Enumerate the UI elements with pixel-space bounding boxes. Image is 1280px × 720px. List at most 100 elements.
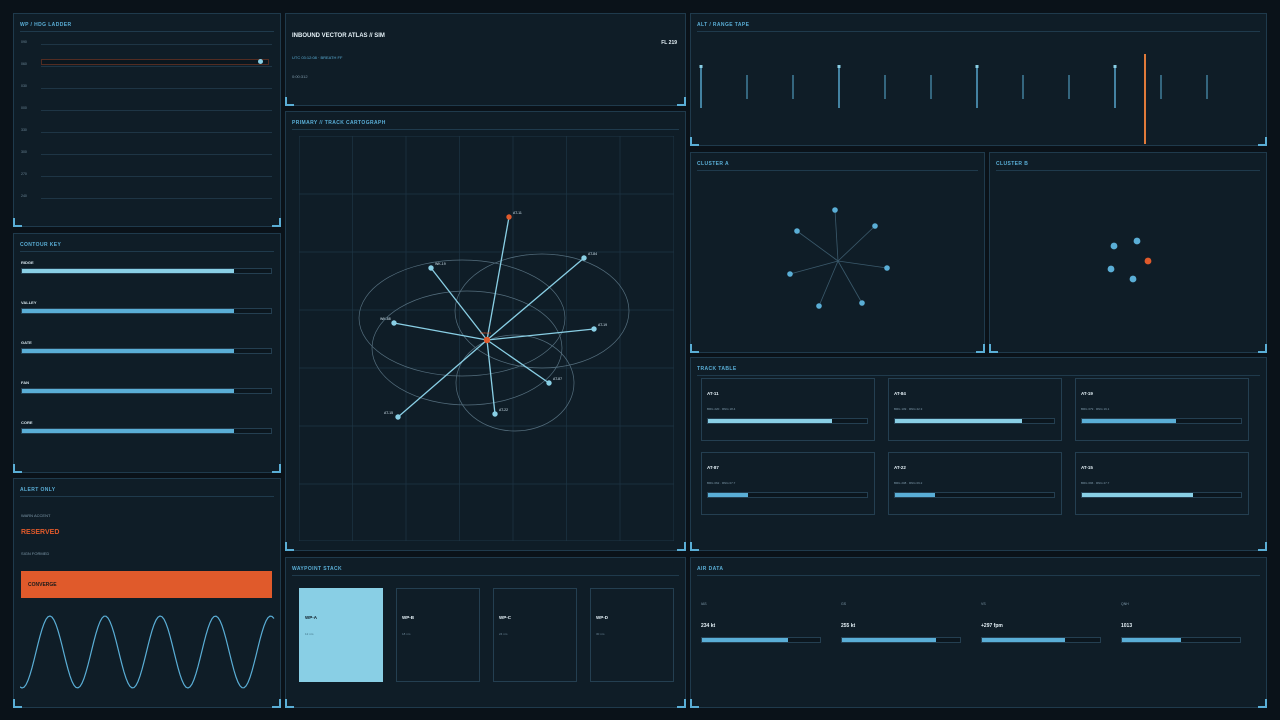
track-card-meta: BRG 220 · RNG 18.4 xyxy=(707,407,736,411)
track-label: AT-87 xyxy=(553,377,562,381)
track-card[interactable]: AT-11 BRG 220 · RNG 18.4 xyxy=(701,378,875,441)
track-map[interactable]: AT-11 AT-84 AT-19 AT-87 AT-22 AT-15 WK-88 WK-19… xyxy=(299,136,674,541)
converge-button[interactable]: CONVERGE xyxy=(21,571,272,598)
track-node[interactable] xyxy=(506,214,512,220)
track-vector xyxy=(486,339,550,384)
tape-tick-cap xyxy=(1113,65,1117,68)
track-card-id: AT-22 xyxy=(894,465,906,470)
track-card-id: AT-87 xyxy=(707,465,719,470)
ladder-row-label: 240 xyxy=(21,194,27,198)
track-card[interactable]: AT-19 BRG 079 · RNG 19.1 xyxy=(1075,378,1249,441)
waypoint-name: WP-A xyxy=(305,615,317,620)
cluster-b-panel: CLUSTER B xyxy=(989,152,1267,353)
air-data-key: VS xyxy=(981,602,986,606)
track-label: WK-19 xyxy=(435,262,446,266)
track-vector xyxy=(486,257,585,341)
contour-title: CONTOUR KEY xyxy=(20,242,62,248)
header-panel: INBOUND VECTOR ATLAS // SIM FL 219 UTC 0… xyxy=(285,13,686,106)
ladder-row-label: 060 xyxy=(21,62,27,66)
heading-slider-knob[interactable] xyxy=(257,59,263,64)
track-card[interactable]: AT-87 BRG 062 · RNG 07.7 xyxy=(701,452,875,515)
air-data-bar-fill xyxy=(702,638,789,642)
ladder-row-line xyxy=(41,132,272,133)
air-data-bar-fill xyxy=(982,638,1065,642)
track-node[interactable] xyxy=(492,411,498,417)
contour-bar xyxy=(21,348,272,354)
track-card-bar xyxy=(1081,418,1242,424)
contour-label: CORE xyxy=(21,420,33,425)
track-label: AT-22 xyxy=(499,408,508,412)
track-card[interactable]: AT-15 BRG 096 · RNG 27.7 xyxy=(1075,452,1249,515)
air-data-bar xyxy=(1121,637,1241,643)
alert-panel: ALERT ONLY WARN ACCENT RESERVED SIGN FOR… xyxy=(13,478,281,708)
waypoint-name: WP-B xyxy=(402,615,414,620)
track-card-id: AT-84 xyxy=(894,391,906,396)
alt-tape[interactable] xyxy=(691,34,1251,144)
waypoint-card[interactable]: WP-B 18 nm xyxy=(396,588,480,682)
track-node[interactable] xyxy=(391,320,397,326)
track-node[interactable] xyxy=(428,265,434,271)
cluster-b-node xyxy=(1129,275,1137,283)
waypoint-sub: 30 nm xyxy=(596,632,605,636)
track-card-meta: BRG 109 · RNG 22.3 xyxy=(894,407,923,411)
cluster-a-panel: CLUSTER A xyxy=(690,152,985,353)
track-card-id: AT-15 xyxy=(1081,465,1093,470)
contour-bar-fill xyxy=(22,309,234,313)
waypoint-name: WP-D xyxy=(596,615,608,620)
track-node[interactable] xyxy=(581,255,587,261)
cluster-a-node xyxy=(859,300,865,306)
cluster-a-node xyxy=(816,303,822,309)
cluster-a-node xyxy=(884,265,890,271)
cluster-b-node xyxy=(1144,257,1152,265)
app-title: INBOUND VECTOR ATLAS // SIM xyxy=(292,33,385,39)
contour-label: FAN xyxy=(21,380,29,385)
waypoint-card[interactable]: WP-C 24 nm xyxy=(493,588,577,682)
track-card-id: AT-19 xyxy=(1081,391,1093,396)
track-vector xyxy=(393,322,488,341)
alt-tape-title: ALT / RANGE TAPE xyxy=(697,22,750,28)
heading-slider[interactable] xyxy=(41,59,269,65)
track-vector xyxy=(486,216,510,341)
contour-bar-fill xyxy=(22,269,234,273)
tape-tick-cap xyxy=(975,65,979,68)
cluster-a-node xyxy=(832,207,838,213)
waypoint-sub: 12 nm xyxy=(305,632,314,636)
track-card-id: AT-11 xyxy=(707,391,719,396)
track-label: AT-11 xyxy=(513,211,522,215)
track-node[interactable] xyxy=(395,414,401,420)
ladder-row-line xyxy=(41,44,272,45)
map-panel: PRIMARY // TRACK CARTOGRAPH AT-11 AT-84 AT… xyxy=(285,111,686,551)
waypoint-card[interactable]: WP-D 30 nm xyxy=(590,588,674,682)
cluster-a-node xyxy=(787,271,793,277)
tape-tick-cap xyxy=(837,65,841,68)
track-card-meta: BRG 079 · RNG 19.1 xyxy=(1081,407,1110,411)
track-vector xyxy=(486,328,595,341)
waypoint-card[interactable]: WP-A 12 nm xyxy=(299,588,383,682)
air-data-bar xyxy=(701,637,821,643)
track-card-bar xyxy=(894,492,1055,498)
ladder-row-line xyxy=(41,110,272,111)
track-card[interactable]: AT-22 BRG 208 · RNG 09.2 xyxy=(888,452,1062,515)
cluster-a-node xyxy=(794,228,800,234)
track-label: AT-15 xyxy=(384,411,393,415)
alert-waveform xyxy=(20,615,275,689)
cluster-b-plot xyxy=(1107,237,1152,283)
ladder-row-label: 270 xyxy=(21,172,27,176)
track-node[interactable] xyxy=(546,380,552,386)
ladder-row-label: 090 xyxy=(21,40,27,44)
track-card[interactable]: AT-84 BRG 109 · RNG 22.3 xyxy=(888,378,1062,441)
alert-label-warn: WARN ACCENT xyxy=(21,513,51,518)
air-data-bar-fill xyxy=(1122,638,1181,642)
waypoint-title: WAYPOINT STACK xyxy=(292,566,343,572)
alert-label-sign: SIGN FORMED xyxy=(21,551,50,556)
ladder-row-line xyxy=(41,176,272,177)
contour-label: GATE xyxy=(21,340,32,345)
track-node[interactable] xyxy=(591,326,597,332)
track-card-bar xyxy=(1081,492,1242,498)
air-data-bar xyxy=(981,637,1101,643)
origin-label: ORIGIN xyxy=(480,331,491,335)
track-card-bar xyxy=(707,492,868,498)
cluster-b-title: CLUSTER B xyxy=(996,161,1029,167)
track-vector xyxy=(430,267,488,341)
air-data-bar xyxy=(841,637,961,643)
